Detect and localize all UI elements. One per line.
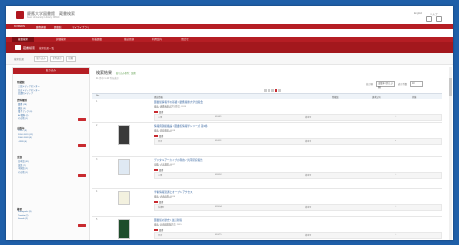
facet-item[interactable]: 信濃町メディア: [18, 91, 33, 95]
page-dot[interactable]: [264, 89, 267, 92]
book-cover-thumbnail[interactable]: [118, 159, 130, 175]
holding-available: ×: [395, 140, 397, 142]
refine-button[interactable]: 絞り込み: [34, 56, 49, 62]
facet-item[interactable]: その他 (1): [18, 170, 28, 174]
more-button[interactable]: [78, 174, 86, 177]
holdings-table: 信濃町 020/G4 貸出可 ○: [154, 204, 442, 211]
util-item-keio[interactable]: 慶應義塾: [36, 25, 46, 29]
result-number: 3: [96, 158, 98, 161]
results-summary: 41 件中 1-10 件を表示: [96, 78, 119, 80]
browser-window: 慶應大学図書館 蔵書検索 Keio University Library OPA…: [6, 6, 453, 240]
more-button[interactable]: [78, 224, 86, 227]
result-isbn: ISBN 9784766425: [154, 107, 172, 109]
english-link[interactable]: English: [414, 12, 422, 15]
count-select[interactable]: 10: [410, 80, 423, 87]
library-logo-icon[interactable]: [16, 11, 24, 19]
util-item-mylibrary[interactable]: マイライブラリ: [72, 25, 90, 29]
result-isbn: ISBN 9784326000: [154, 131, 172, 133]
holdings-table: 三田 010/K1 貸出可 ○: [154, 114, 442, 121]
facet-item[interactable]: 2000-2009 (8): [18, 137, 32, 139]
catalog-icon: [15, 45, 21, 50]
show-all-button[interactable]: 全件表示: [50, 56, 65, 62]
facet-item[interactable]: 2010-2019 (12): [18, 134, 33, 136]
facet-item[interactable]: その他 (1): [18, 116, 28, 120]
holding-available: ○: [395, 206, 397, 208]
result-isbn: ISBN 9784621090: [154, 197, 172, 199]
count-label: 表示件数: [398, 84, 408, 86]
result-number: 4: [96, 190, 98, 193]
holding-available: ○: [395, 116, 397, 118]
book-cover-thumbnail[interactable]: [118, 219, 130, 239]
holding-callno: 014/J3: [215, 140, 222, 142]
sort-select[interactable]: 出版年 (新しい順): [376, 80, 395, 89]
holding-status: 貸出可: [305, 175, 312, 177]
user-icon[interactable]: [436, 16, 442, 22]
holding-available: ○: [395, 174, 397, 176]
holding-available: ○: [395, 234, 397, 236]
facet-sidebar: 絞り込み 所蔵館 三田メディアセンター 日吉メディアセンター 信濃町メディア 資…: [12, 67, 90, 240]
result-number: 2: [96, 124, 98, 127]
holdings-table: 日吉 014/J3 貸出中 ×: [154, 138, 442, 145]
holding-status: 貸出可: [305, 235, 312, 237]
facet-item[interactable]: Suzuki (2): [18, 218, 28, 220]
sidebar-header: 絞り込み: [13, 68, 89, 74]
facet-item[interactable]: 2020- (9): [18, 130, 27, 132]
holding-callno: 018/D2: [215, 174, 222, 176]
holding-location: 日吉: [158, 141, 163, 143]
result-number: 1: [96, 100, 98, 103]
more-button[interactable]: [78, 118, 86, 121]
result-isbn: ISBN 9784820415: [154, 225, 172, 227]
holding-status: 貸出可: [305, 117, 312, 119]
holding-status: 貸出中: [305, 141, 312, 143]
result-number: 5: [96, 218, 98, 221]
result-row: 3 デジタルアーカイブの現在 / 共同研究報告 京都 : 人文書院, 2017 …: [92, 156, 442, 189]
site-subtitle: Keio University Library OPAC: [27, 16, 60, 19]
site-header: 慶應大学図書館 蔵書検索 Keio University Library OPA…: [6, 6, 453, 24]
holdings-table: 三田 018/D2 貸出可 ○: [154, 172, 442, 179]
column-header: No.: [96, 95, 100, 97]
holding-status: 貸出可: [305, 207, 312, 209]
pagination[interactable]: [264, 89, 282, 93]
holding-callno: 020/G4: [215, 206, 222, 208]
holdings-table: 日吉 010/T5 貸出可 ○: [154, 232, 442, 239]
result-row: 5 図書館の歴史 / 改訂新版 東京 : 日本図書館協会, 2015 ISBN …: [92, 216, 442, 240]
holding-location: 三田: [158, 175, 163, 177]
page-dot-current[interactable]: [274, 89, 277, 92]
facet-item[interactable]: Tanaka (2): [18, 215, 28, 217]
home-icon[interactable]: [426, 16, 432, 22]
print-button[interactable]: 印刷: [66, 56, 76, 62]
holding-location: 三田: [158, 117, 163, 119]
section-title: 蔵書検索: [23, 45, 36, 50]
result-isbn: ISBN 9784409241: [154, 165, 172, 167]
page-dot[interactable]: [267, 89, 270, 92]
section-bar: 蔵書検索 検索結果一覧: [6, 42, 453, 53]
facet-item[interactable]: Kobayashi (3): [18, 211, 32, 213]
result-row: 4 学術情報流通とオープンアクセス 東京 : 丸善出版, 2016 ISBN 9…: [92, 188, 442, 217]
book-cover-thumbnail[interactable]: [118, 125, 130, 145]
page-dot[interactable]: [278, 89, 281, 92]
sort-label: 並び順: [366, 84, 373, 86]
util-item-kosmos[interactable]: KOSMOS: [14, 25, 25, 28]
page-dot[interactable]: [271, 89, 274, 92]
result-row: 1 図書館情報学の基礎 / 慶應義塾大学出版会 東京 : 慶應義塾大学出版会, …: [92, 98, 442, 123]
active-filter[interactable]: 絞り込み条件：図書: [116, 71, 136, 75]
holding-location: 信濃町: [158, 207, 165, 209]
holding-callno: 010/K1: [215, 116, 222, 118]
holding-callno: 010/T5: [215, 234, 222, 236]
utility-bar: KOSMOS 慶應義塾 図書館 マイライブラリ: [6, 24, 453, 29]
breadcrumb: 検索結果 絞り込み 全件表示 印刷: [6, 53, 453, 65]
facet-item[interactable]: -1999 (6): [18, 141, 27, 143]
more-button[interactable]: [78, 144, 86, 147]
result-row: 2 情報資源組織論 / 図書館情報学シリーズ 第3巻 東京 : 勁草書房, 20…: [92, 122, 442, 157]
util-item-library[interactable]: 図書館: [54, 25, 62, 29]
scrollbar-thumb[interactable]: [449, 78, 452, 96]
book-cover-thumbnail[interactable]: [118, 191, 130, 205]
holding-location: 日吉: [158, 235, 163, 237]
section-meta: 検索結果一覧: [39, 47, 55, 50]
breadcrumb-current: 検索結果: [14, 58, 25, 61]
